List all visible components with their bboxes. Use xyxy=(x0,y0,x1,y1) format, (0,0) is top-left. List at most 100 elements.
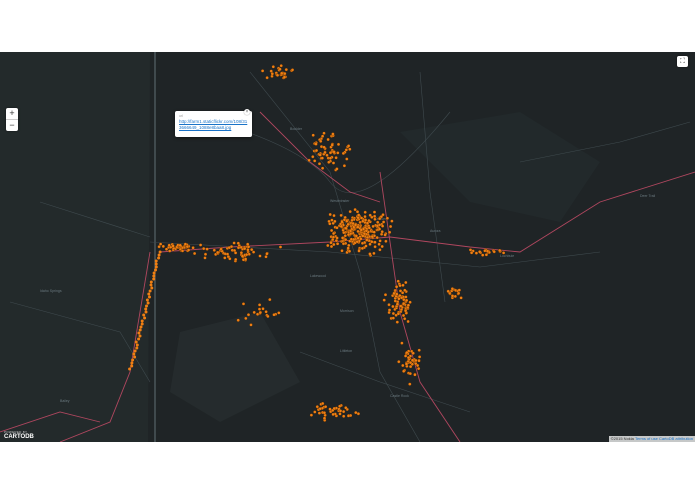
photo-point[interactable] xyxy=(372,210,377,214)
photo-point[interactable] xyxy=(405,298,409,302)
photo-point[interactable] xyxy=(247,252,251,256)
photo-point[interactable] xyxy=(372,230,376,234)
photo-point[interactable] xyxy=(344,406,348,410)
photo-point[interactable] xyxy=(389,224,393,229)
photo-point[interactable] xyxy=(332,242,336,247)
photo-point[interactable] xyxy=(332,406,336,411)
photo-point[interactable] xyxy=(481,253,485,257)
photo-point[interactable] xyxy=(385,216,389,220)
photo-point[interactable] xyxy=(290,68,295,72)
photo-point[interactable] xyxy=(325,153,329,157)
photo-point[interactable] xyxy=(418,355,422,359)
photo-point[interactable] xyxy=(331,412,335,416)
photo-point[interactable] xyxy=(252,310,256,314)
photo-point[interactable] xyxy=(328,151,333,155)
photo-point[interactable] xyxy=(502,251,506,255)
photo-point[interactable] xyxy=(492,250,496,254)
photo-point[interactable] xyxy=(346,414,351,418)
photo-point[interactable] xyxy=(183,242,187,246)
photo-point[interactable] xyxy=(229,245,234,249)
photo-point[interactable] xyxy=(131,358,135,362)
photo-point[interactable] xyxy=(382,220,386,224)
photo-point[interactable] xyxy=(343,234,347,238)
photo-point[interactable] xyxy=(404,280,408,285)
photo-point[interactable] xyxy=(401,283,405,287)
photo-point[interactable] xyxy=(323,150,327,155)
photo-point[interactable] xyxy=(346,222,350,226)
photo-point[interactable] xyxy=(257,307,262,311)
photo-point[interactable] xyxy=(154,268,157,272)
fullscreen-button[interactable]: ⛶ xyxy=(677,56,688,67)
photo-point[interactable] xyxy=(360,241,365,245)
popup-url-link[interactable]: http://farm1.staticflickr.com/108/313666… xyxy=(179,119,248,130)
photo-point[interactable] xyxy=(270,72,274,76)
photo-point[interactable] xyxy=(236,246,241,250)
photo-point[interactable] xyxy=(450,287,454,291)
photo-point[interactable] xyxy=(146,301,150,305)
photo-point[interactable] xyxy=(344,238,348,242)
photo-point[interactable] xyxy=(318,407,322,411)
photo-point[interactable] xyxy=(498,248,502,253)
photo-point[interactable] xyxy=(157,245,161,249)
photo-point[interactable] xyxy=(356,225,360,229)
photo-point[interactable] xyxy=(329,241,333,245)
photo-point[interactable] xyxy=(158,250,162,254)
photo-point[interactable] xyxy=(411,351,415,355)
photo-point[interactable] xyxy=(358,220,362,224)
photo-point[interactable] xyxy=(474,251,478,255)
photo-point[interactable] xyxy=(375,236,379,240)
photo-point[interactable] xyxy=(336,151,340,155)
photo-point[interactable] xyxy=(180,249,185,253)
photo-point[interactable] xyxy=(322,416,327,420)
photo-point[interactable] xyxy=(311,133,315,137)
photo-point[interactable] xyxy=(387,310,391,315)
photo-point[interactable] xyxy=(307,158,311,162)
photo-point[interactable] xyxy=(344,226,348,230)
photo-point[interactable] xyxy=(134,340,138,344)
photo-point[interactable] xyxy=(406,319,410,324)
photo-point[interactable] xyxy=(264,255,268,259)
photo-point[interactable] xyxy=(408,361,413,365)
photo-point[interactable] xyxy=(468,248,473,252)
photo-point[interactable] xyxy=(309,413,313,417)
carto-attribution-link[interactable]: CartoDB attribution xyxy=(659,436,693,441)
photo-point[interactable] xyxy=(167,243,171,247)
photo-point[interactable] xyxy=(363,218,368,222)
photo-point[interactable] xyxy=(338,412,342,416)
photo-point[interactable] xyxy=(332,214,336,218)
photo-point[interactable] xyxy=(401,363,405,368)
photo-point[interactable] xyxy=(373,217,377,221)
photo-point[interactable] xyxy=(340,220,344,224)
photo-point[interactable] xyxy=(148,289,152,293)
photo-point[interactable] xyxy=(322,131,326,135)
photo-point[interactable] xyxy=(137,337,141,341)
photo-point[interactable] xyxy=(399,304,403,308)
photo-point[interactable] xyxy=(145,298,149,302)
photo-point[interactable] xyxy=(315,405,319,409)
photo-point[interactable] xyxy=(364,244,368,248)
photo-point[interactable] xyxy=(321,134,325,138)
photo-point[interactable] xyxy=(341,151,345,156)
photo-point[interactable] xyxy=(406,303,410,307)
photo-point[interactable] xyxy=(378,248,382,252)
photo-point[interactable] xyxy=(138,334,142,338)
photo-point[interactable] xyxy=(417,348,421,352)
photo-point[interactable] xyxy=(365,238,369,242)
photo-point[interactable] xyxy=(393,299,397,303)
photo-point[interactable] xyxy=(402,369,406,373)
photo-point[interactable] xyxy=(395,285,399,289)
photo-point[interactable] xyxy=(409,365,413,369)
photo-point[interactable] xyxy=(159,242,163,246)
photo-point[interactable] xyxy=(265,252,269,256)
photo-point[interactable] xyxy=(368,213,372,217)
photo-point[interactable] xyxy=(342,414,346,418)
photo-point[interactable] xyxy=(249,323,253,327)
photo-point[interactable] xyxy=(258,303,262,307)
photo-point[interactable] xyxy=(357,213,361,217)
photo-point[interactable] xyxy=(347,144,351,148)
photo-point[interactable] xyxy=(130,364,134,368)
photo-point[interactable] xyxy=(381,224,385,228)
photo-point[interactable] xyxy=(396,312,400,316)
photo-point[interactable] xyxy=(485,249,490,253)
photo-point[interactable] xyxy=(246,313,251,317)
